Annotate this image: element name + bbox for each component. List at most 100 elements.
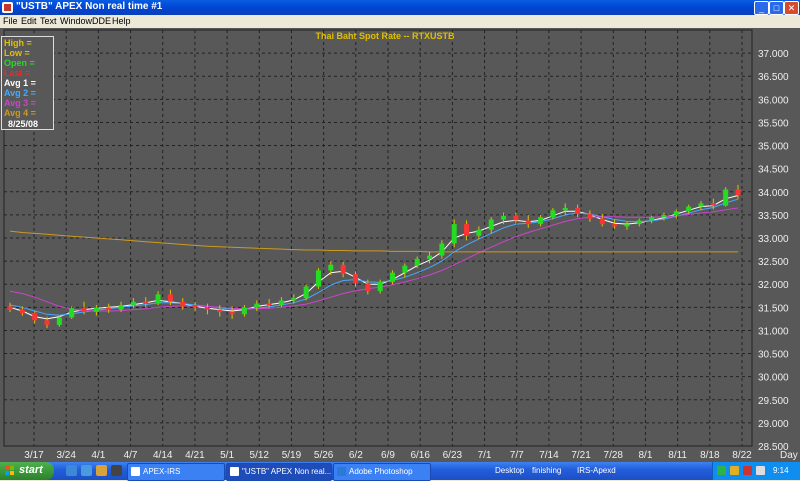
candle-body xyxy=(550,210,556,218)
windows-logo-icon xyxy=(5,466,15,476)
candle-body xyxy=(7,306,13,310)
menu-window[interactable]: Window xyxy=(60,16,92,26)
candle-body xyxy=(513,215,519,221)
y-tick-label: 35.500 xyxy=(758,118,789,129)
maximize-button[interactable]: □ xyxy=(769,1,784,15)
y-tick-label: 32.000 xyxy=(758,280,789,291)
menu-edit[interactable]: Edit xyxy=(21,16,37,26)
x-tick-label: 5/1 xyxy=(220,450,234,461)
x-tick-label: 5/19 xyxy=(282,450,302,461)
candle-body xyxy=(723,189,729,206)
toolbar-finishing[interactable]: finishing xyxy=(532,466,561,475)
apex-icon xyxy=(131,467,140,476)
legend-box: High = Low = Open = Last = Avg 1 = Avg 2 = Avg… xyxy=(1,36,54,130)
candle-body xyxy=(538,217,544,225)
close-button[interactable]: ✕ xyxy=(784,1,799,15)
candle-body xyxy=(402,265,408,273)
x-tick-label: 7/28 xyxy=(604,450,624,461)
tray-volume-icon[interactable] xyxy=(756,466,765,475)
y-tick-label: 36.000 xyxy=(758,95,789,106)
start-button[interactable]: start xyxy=(0,462,54,480)
y-tick-label: 33.500 xyxy=(758,211,789,222)
quicklaunch-folder-icon[interactable] xyxy=(96,465,107,476)
x-tick-label: 4/21 xyxy=(185,450,205,461)
candle-body xyxy=(488,219,494,230)
task-photoshop[interactable]: Adobe Photoshop xyxy=(333,463,431,481)
legend-row: Last = xyxy=(4,68,31,78)
candle-body xyxy=(451,224,457,244)
candle-body xyxy=(44,320,50,325)
candle-body xyxy=(476,229,482,236)
candle-body xyxy=(143,301,149,304)
candle-body xyxy=(192,305,198,308)
candle-body xyxy=(56,317,62,325)
legend-row: High = xyxy=(4,38,32,48)
x-tick-label: 4/1 xyxy=(91,450,105,461)
candle-body xyxy=(19,309,25,313)
x-tick-label: 6/2 xyxy=(349,450,363,461)
task-apex-irs[interactable]: APEX-IRS xyxy=(127,463,225,481)
candle-body xyxy=(624,224,630,227)
taskbar: start APEX-IRS "USTB" APEX Non real... A… xyxy=(0,462,800,481)
candle-body xyxy=(599,218,605,225)
price-chart[interactable]: 37.000 36.500 36.000 35.500 35.000 34.500 34.0… xyxy=(0,28,800,462)
legend-date: 8/25/08 xyxy=(8,119,39,129)
candle-body xyxy=(340,264,346,275)
start-label: start xyxy=(19,464,43,476)
menu-text[interactable]: Text xyxy=(40,16,57,26)
chart-title: Thai Baht Spot Rate -- RTXUSTB xyxy=(316,31,455,41)
x-tick-label: 4/7 xyxy=(124,450,138,461)
candle-body xyxy=(303,286,309,299)
y-tick-label: 32.500 xyxy=(758,257,789,268)
tray-network-icon[interactable] xyxy=(717,466,726,475)
candle-body xyxy=(686,206,692,212)
candle-body xyxy=(278,300,284,306)
y-tick-label: 35.000 xyxy=(758,142,789,153)
toolbar-irs-apexd[interactable]: IRS-Apexd xyxy=(577,466,616,475)
task-ustb-apex[interactable]: "USTB" APEX Non real... xyxy=(226,463,332,481)
quicklaunch-cmd-icon[interactable] xyxy=(111,465,122,476)
tray-security-icon[interactable] xyxy=(730,466,739,475)
x-axis-label: Day xyxy=(780,450,798,461)
y-tick-label: 29.000 xyxy=(758,419,789,430)
task-label: Adobe Photoshop xyxy=(349,467,413,476)
toolbar-desktop[interactable]: Desktop xyxy=(495,466,524,475)
minimize-button[interactable]: _ xyxy=(754,1,769,15)
y-tick-label: 37.000 xyxy=(758,49,789,60)
candle-body xyxy=(130,301,136,306)
legend-row: Avg 1 = xyxy=(4,78,36,88)
legend-row: Avg 2 = xyxy=(4,88,36,98)
chart-panel[interactable]: 37.000 36.500 36.000 35.500 35.000 34.500 34.0… xyxy=(0,28,800,462)
candle-body xyxy=(93,307,99,312)
candle-body xyxy=(464,224,470,236)
system-tray: 9:14 xyxy=(712,462,800,480)
x-tick-label: 8/11 xyxy=(668,450,687,461)
y-tick-label: 36.500 xyxy=(758,72,789,83)
y-tick-label: 34.000 xyxy=(758,188,789,199)
x-tick-label: 5/26 xyxy=(314,450,334,461)
candle-body xyxy=(291,298,297,301)
x-tick-label: 7/14 xyxy=(539,450,559,461)
tray-update-icon[interactable] xyxy=(743,466,752,475)
candle-body xyxy=(118,305,124,310)
candle-body xyxy=(241,307,247,315)
task-label: "USTB" APEX Non real... xyxy=(242,467,332,476)
menu-file[interactable]: File xyxy=(3,16,18,26)
quicklaunch-desktop-icon[interactable] xyxy=(66,465,77,476)
menu-help[interactable]: Help xyxy=(112,16,131,26)
photoshop-icon xyxy=(337,467,346,476)
candle-body xyxy=(352,274,358,284)
candle-body xyxy=(217,309,223,312)
y-tick-label: 34.500 xyxy=(758,165,789,176)
candle-body xyxy=(735,189,741,196)
legend-row: Open = xyxy=(4,58,35,68)
menu-dde[interactable]: DDE xyxy=(92,16,111,26)
x-tick-label: 6/23 xyxy=(443,450,463,461)
x-tick-label: 7/21 xyxy=(571,450,591,461)
x-tick-label: 4/14 xyxy=(153,450,173,461)
y-tick-label: 33.000 xyxy=(758,234,789,245)
candle-body xyxy=(390,272,396,282)
quicklaunch-ie-icon[interactable] xyxy=(81,465,92,476)
candle-body xyxy=(254,303,260,308)
candle-body xyxy=(587,213,593,219)
